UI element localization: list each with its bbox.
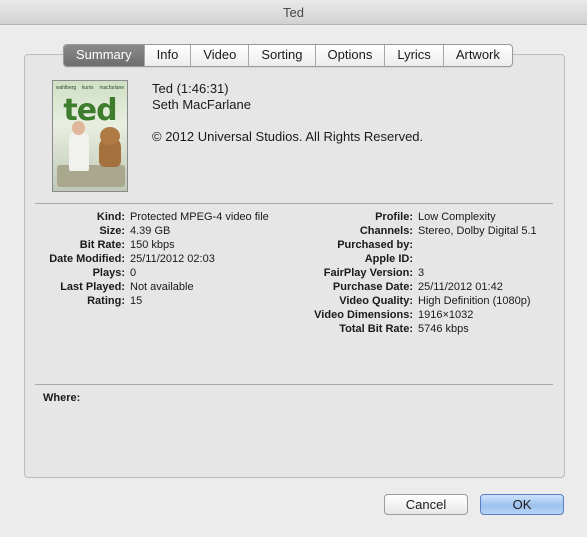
poster-cast-name: macfarlane <box>99 85 125 91</box>
detail-label: Total Bit Rate: <box>339 323 413 335</box>
detail-label: Profile: <box>375 211 413 223</box>
tab-info[interactable]: Info <box>145 45 192 66</box>
tab-sorting[interactable]: Sorting <box>249 45 316 66</box>
movie-director: Seth MacFarlane <box>152 97 251 112</box>
detail-label: Video Dimensions: <box>314 309 413 321</box>
tab-video[interactable]: Video <box>191 45 250 66</box>
movie-copyright: © 2012 Universal Studios. All Rights Res… <box>152 129 424 144</box>
cancel-button[interactable]: Cancel <box>384 494 468 515</box>
poster-cast: wahlberg kunis macfarlane <box>53 85 127 91</box>
poster-couch <box>57 165 125 187</box>
where-label: Where: <box>43 392 81 404</box>
poster-figure <box>69 131 89 171</box>
detail-label: Apple ID: <box>364 253 413 265</box>
detail-value: 5746 kbps <box>418 323 469 335</box>
detail-value: Low Complexity <box>418 211 496 223</box>
poster-title: ted <box>63 93 117 128</box>
detail-row-total-bitrate: Total Bit Rate: 5746 kbps <box>0 322 587 336</box>
window-titlebar[interactable]: Ted <box>0 0 587 25</box>
detail-label: Purchased by: <box>337 239 413 251</box>
detail-row-purchased-by: Purchased by: <box>0 238 587 252</box>
divider <box>35 203 553 204</box>
detail-row-video-dimensions: Video Dimensions: 1916×1032 <box>0 308 587 322</box>
window-title: Ted <box>283 4 304 20</box>
detail-row-video-quality: Video Quality: High Definition (1080p) <box>0 294 587 308</box>
poster-cast-name: kunis <box>81 85 94 91</box>
tab-lyrics[interactable]: Lyrics <box>385 45 444 66</box>
poster-figure-head <box>72 121 85 135</box>
detail-value: 3 <box>418 267 425 279</box>
detail-row-channels: Channels: Stereo, Dolby Digital 5.1 <box>0 224 587 238</box>
detail-label: Channels: <box>359 225 413 237</box>
detail-row-purchase-date: Purchase Date: 25/11/2012 01:42 <box>0 280 587 294</box>
detail-value: Stereo, Dolby Digital 5.1 <box>418 225 537 237</box>
info-window: Ted Summary Info Video Sorting Options L… <box>0 0 587 537</box>
detail-row-fairplay-version: FairPlay Version: 3 <box>0 266 587 280</box>
detail-value: High Definition (1080p) <box>418 295 531 307</box>
detail-row-profile: Profile: Low Complexity <box>0 210 587 224</box>
tab-artwork[interactable]: Artwork <box>444 45 512 66</box>
tab-bar: Summary Info Video Sorting Options Lyric… <box>63 44 513 67</box>
divider <box>35 384 553 385</box>
tab-summary[interactable]: Summary <box>64 45 145 66</box>
detail-label: Purchase Date: <box>332 281 413 293</box>
detail-label: Video Quality: <box>339 295 413 307</box>
poster-cast-name: wahlberg <box>55 85 77 91</box>
poster-bear-head <box>100 127 120 145</box>
detail-value: 25/11/2012 01:42 <box>418 281 503 293</box>
detail-value: 1916×1032 <box>418 309 474 321</box>
movie-title-duration: Ted (1:46:31) <box>152 81 229 96</box>
artwork-thumbnail[interactable]: wahlberg kunis macfarlane ted <box>52 80 128 192</box>
detail-row-apple-id: Apple ID: <box>0 252 587 266</box>
detail-label: FairPlay Version: <box>323 267 413 279</box>
ok-button[interactable]: OK <box>480 494 564 515</box>
tab-options[interactable]: Options <box>316 45 386 66</box>
